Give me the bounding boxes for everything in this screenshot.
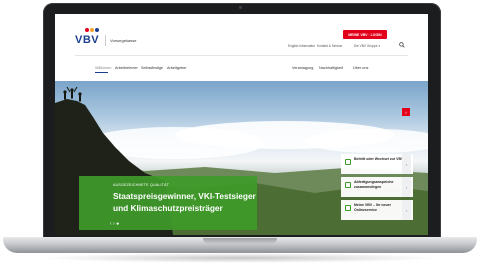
logo-divider — [105, 35, 106, 46]
slider-controls[interactable]: ‹ › ● — [110, 221, 119, 227]
search-icon[interactable] — [399, 42, 405, 48]
util-link-contact[interactable]: Kontakt & Service — [317, 44, 342, 48]
camera-icon — [239, 6, 242, 9]
nav-active-indicator — [95, 72, 108, 73]
card-meine-vbv[interactable]: Meine VBV – Ihr neuer Onlineservice › — [341, 200, 413, 220]
chevron-right-icon: › — [402, 177, 411, 197]
card-label: Beitritt oder Wechsel zur VBV — [354, 157, 404, 161]
document-icon — [345, 159, 351, 165]
logo-dots-icon — [85, 28, 105, 33]
chevron-right-icon: › — [402, 154, 411, 174]
vbv-logo[interactable]: VBV — [75, 28, 100, 46]
logo-text: VBV — [75, 34, 100, 46]
brand-subtitle: Vorsorgekasse — [110, 38, 137, 43]
util-link-group[interactable]: Die VBV Gruppe ▾ — [354, 44, 380, 48]
nav-item-selbstaendige[interactable]: Selbständige — [141, 66, 163, 70]
laptop-scene: VBV Vorsorgekasse MEINE VBV · LOGIN Engl… — [0, 0, 481, 271]
nav-item-veranlagung[interactable]: Veranlagung — [292, 66, 313, 70]
card-zusammenlegen[interactable]: Abfertigungsansprüche zusammenlegen › — [341, 177, 413, 197]
nav-item-nachhaltigkeit[interactable]: Nachhaltigkeit — [319, 66, 343, 70]
nav-item-willkommen[interactable]: Willkomm — [95, 66, 111, 70]
card-beitritt[interactable]: Beitritt oder Wechsel zur VBV › — [341, 154, 413, 174]
star-icon[interactable]: ☆ — [402, 108, 410, 116]
laptop-shadow — [40, 253, 440, 263]
merge-icon — [345, 182, 351, 188]
nav-item-arbeitgeber[interactable]: Arbeitgeber — [167, 66, 187, 70]
hero-eyebrow: AUSGEZEICHNETE QUALITÄT — [113, 183, 170, 187]
header-divider — [75, 55, 408, 56]
hero-headline[interactable]: Staatspreisgewinner, VKI-Testsieger und … — [113, 190, 273, 214]
util-link-english[interactable]: English information — [288, 44, 315, 48]
card-label: Meine VBV – Ihr neuer Onlineservice — [354, 203, 391, 212]
login-label: MEINE VBV · LOGIN — [348, 32, 382, 37]
nav-item-arbeitnehmer[interactable]: Arbeitnehmer — [115, 66, 138, 70]
chevron-right-icon: › — [402, 200, 411, 220]
card-label: Abfertigungsansprüche zusammenlegen — [354, 180, 394, 189]
user-icon — [345, 205, 351, 211]
screen: VBV Vorsorgekasse MEINE VBV · LOGIN Engl… — [55, 14, 428, 235]
login-button[interactable]: MEINE VBV · LOGIN — [343, 30, 387, 39]
nav-item-ueber-uns[interactable]: Über uns — [353, 66, 368, 70]
laptop-notch — [203, 238, 277, 244]
